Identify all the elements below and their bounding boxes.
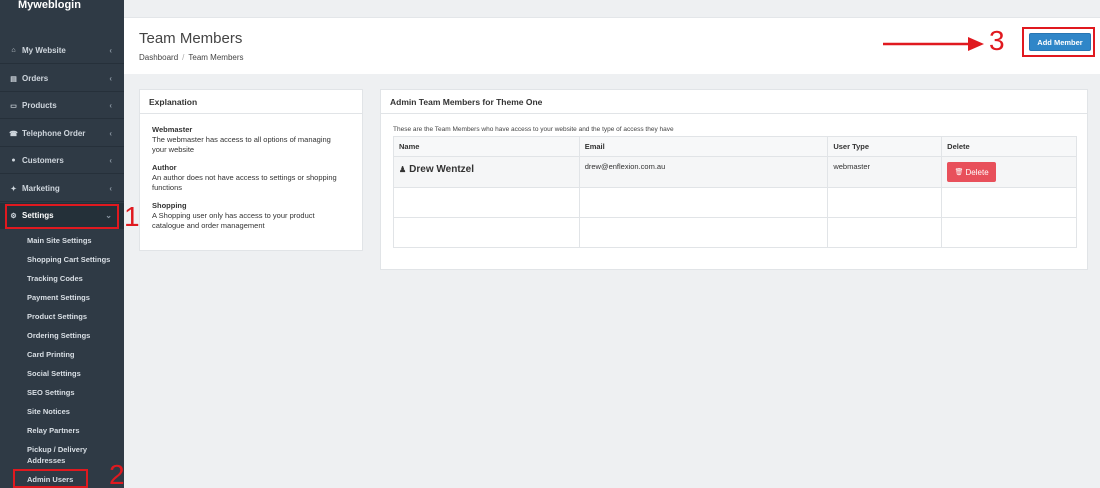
team-members-title: Admin Team Members for Theme One (381, 90, 1087, 114)
cell-empty (827, 217, 943, 248)
column-header-user-type: User Type (827, 136, 943, 157)
team-members-panel: Admin Team Members for Theme One These a… (380, 89, 1088, 270)
sidebar-item-label: Customers (22, 156, 64, 165)
monitor-icon: ▭ (10, 102, 17, 110)
annotation-number-2: 2 (109, 459, 125, 488)
sidebar-subitem-payment-settings[interactable]: Payment Settings (27, 293, 90, 303)
sidebar-subitem-site-notices[interactable]: Site Notices (27, 407, 70, 417)
table-header-row: Name Email User Type Delete (393, 136, 1077, 157)
term-shopping-desc-line1: A Shopping user only has access to your … (152, 211, 315, 220)
annotation-box-admin-users (13, 469, 88, 488)
sidebar-subitem-product-settings[interactable]: Product Settings (27, 312, 87, 322)
wrench-icon: ✦ (10, 185, 17, 193)
sidebar-subitem-ordering-settings[interactable]: Ordering Settings (27, 331, 90, 341)
sidebar-item-label: Telephone Order (22, 129, 86, 138)
team-members-intro: These are the Team Members who have acce… (393, 126, 674, 133)
cell-empty (393, 187, 580, 218)
annotation-number-3: 3 (989, 25, 1005, 56)
chevron-left-icon: ‹ (109, 46, 112, 55)
annotation-number-1: 1 (124, 201, 140, 232)
sidebar-item-customers[interactable]: ● Customers ‹ (0, 148, 124, 174)
chevron-left-icon: ‹ (109, 156, 112, 165)
sidebar-item-orders[interactable]: ▤ Orders ‹ (0, 66, 124, 92)
member-name: ♟ Drew Wentzel (399, 164, 579, 175)
users-icon: ● (11, 157, 16, 164)
sidebar-item-label: Marketing (22, 184, 60, 193)
annotation-box-settings (5, 204, 119, 229)
explanation-title: Explanation (140, 90, 362, 114)
team-members-table: Name Email User Type Delete ♟ Drew Wentz… (393, 136, 1077, 248)
cell-name: ♟ Drew Wentzel (393, 156, 580, 188)
sidebar-subitem-seo-settings[interactable]: SEO Settings (27, 388, 75, 398)
cell-empty (827, 187, 943, 218)
chevron-left-icon: ‹ (109, 101, 112, 110)
term-webmaster-desc-line1: The webmaster has access to all options … (152, 135, 331, 144)
home-icon: ⌂ (11, 47, 16, 54)
delete-button-label: Delete (965, 167, 989, 177)
column-header-email: Email (578, 136, 829, 157)
cell-empty (578, 217, 829, 248)
cell-empty (941, 217, 1077, 248)
chart-icon: ▤ (10, 75, 17, 83)
page-title: Team Members (139, 30, 243, 47)
sidebar-subitem-addresses: Addresses (27, 456, 66, 465)
sidebar-item-label: Products (22, 101, 57, 110)
breadcrumb: Dashboard / Team Members (139, 53, 244, 62)
cell-empty (393, 217, 580, 248)
sidebar-subitem-shopping-cart-settings[interactable]: Shopping Cart Settings (27, 255, 110, 265)
breadcrumb-current: Team Members (188, 53, 244, 62)
chevron-left-icon: ‹ (109, 129, 112, 138)
trash-icon: 🗑 (954, 169, 964, 176)
sidebar-item-my-website[interactable]: ⌂ My Website ‹ (0, 38, 124, 64)
cell-empty (578, 187, 829, 218)
annotation-box-add-member (1022, 27, 1095, 57)
column-header-name: Name (393, 136, 580, 157)
member-name-text: Drew Wentzel (409, 164, 475, 175)
term-shopping-desc-line2: catalogue and order management (152, 221, 265, 230)
term-author: Author (152, 163, 177, 172)
term-author-desc-line1: An author does not have access to settin… (152, 173, 337, 182)
chevron-left-icon: ‹ (109, 74, 112, 83)
sidebar-subitem-tracking-codes[interactable]: Tracking Codes (27, 274, 83, 284)
cell-email: drew@enflexion.com.au (578, 156, 829, 188)
table-row: ♟ Drew Wentzel drew@enflexion.com.au web… (393, 156, 1077, 188)
table-row (393, 187, 1077, 218)
term-webmaster-desc-line2: your website (152, 145, 195, 154)
annotation-arrow (883, 37, 984, 51)
explanation-panel: Explanation Webmaster The webmaster has … (139, 89, 363, 251)
cell-empty (941, 187, 1077, 218)
sidebar-item-label: Orders (22, 74, 49, 83)
sidebar-item-telephone-order[interactable]: ☎ Telephone Order ‹ (0, 121, 124, 147)
phone-icon: ☎ (9, 130, 18, 138)
brand-logo[interactable]: Myweblogin (0, 0, 124, 34)
table-row (393, 217, 1077, 248)
chevron-left-icon: ‹ (109, 184, 112, 193)
column-header-delete: Delete (941, 136, 1077, 157)
sidebar: Myweblogin ⌂ My Website ‹ ▤ Orders ‹ ▭ P… (0, 0, 124, 488)
breadcrumb-dashboard[interactable]: Dashboard (139, 53, 178, 62)
cell-delete: 🗑 Delete (941, 156, 1077, 188)
delete-button[interactable]: 🗑 Delete (947, 162, 997, 182)
breadcrumb-separator: / (182, 53, 185, 62)
sidebar-subitem-main-site-settings[interactable]: Main Site Settings (27, 236, 92, 246)
term-shopping: Shopping (152, 201, 187, 210)
user-icon: ♟ (399, 165, 407, 174)
cell-user-type: webmaster (827, 156, 943, 188)
sidebar-subitem-social-settings[interactable]: Social Settings (27, 369, 81, 379)
term-author-desc-line2: functions (152, 183, 183, 192)
sidebar-subitem-pickup-delivery[interactable]: Pickup / Delivery (27, 445, 87, 455)
sidebar-subitem-relay-partners[interactable]: Relay Partners (27, 426, 80, 436)
sidebar-item-marketing[interactable]: ✦ Marketing ‹ (0, 176, 124, 202)
sidebar-item-label: My Website (22, 46, 66, 55)
sidebar-subitem-card-printing[interactable]: Card Printing (27, 350, 75, 360)
term-webmaster: Webmaster (152, 125, 193, 134)
sidebar-item-products[interactable]: ▭ Products ‹ (0, 93, 124, 119)
